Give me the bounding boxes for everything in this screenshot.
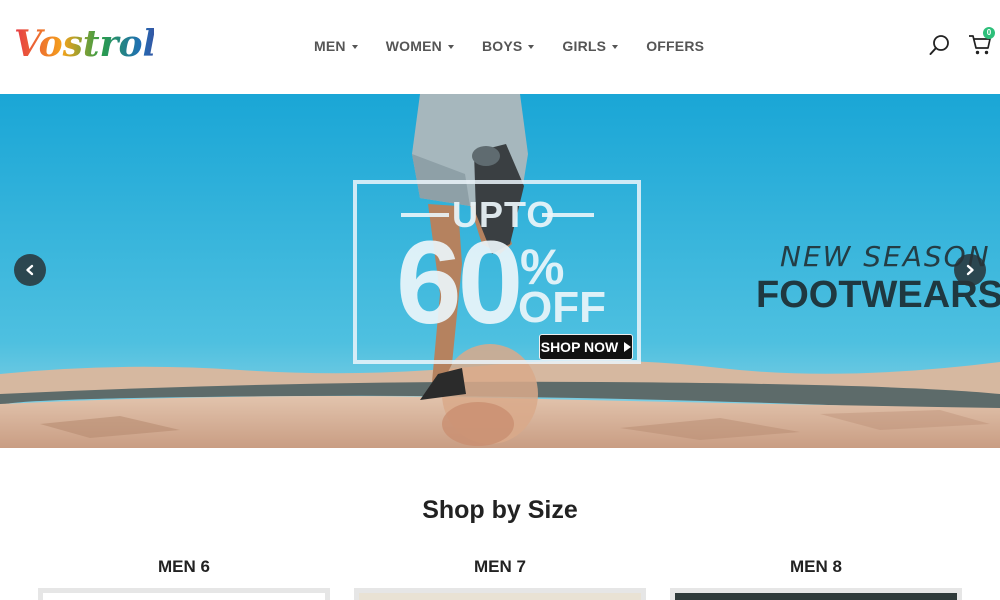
nav-item-women[interactable]: WOMEN — [386, 38, 454, 54]
carousel-prev-button[interactable] — [14, 254, 46, 286]
chevron-left-icon — [26, 264, 34, 276]
size-card-men-7[interactable]: MEN 7 — [354, 554, 646, 600]
shop-now-label: SHOP NOW — [540, 339, 619, 355]
nav-item-label: GIRLS — [562, 38, 607, 54]
size-card-label: MEN 6 — [158, 557, 210, 576]
play-arrow-icon — [624, 342, 632, 352]
carousel-next-button[interactable] — [954, 254, 986, 286]
shop-now-button[interactable]: SHOP NOW — [539, 334, 633, 360]
nav-item-label: WOMEN — [385, 38, 442, 54]
size-card-men-8[interactable]: MEN 8 — [670, 554, 962, 600]
size-card-men-6[interactable]: MEN 6 — [38, 554, 330, 600]
size-card-image[interactable] — [354, 588, 646, 600]
nav-item-offers[interactable]: OFFERS — [646, 38, 704, 54]
caret-down-icon — [528, 45, 535, 49]
nav-item-men[interactable]: MEN — [314, 38, 358, 54]
caret-down-icon — [612, 45, 619, 49]
main-nav: MEN WOMEN BOYS GIRLS OFFERS — [314, 38, 732, 54]
size-card-image[interactable] — [38, 588, 330, 600]
nav-item-boys[interactable]: BOYS — [481, 38, 535, 54]
nav-item-girls[interactable]: GIRLS — [562, 38, 619, 54]
size-card-image[interactable] — [670, 588, 962, 600]
hero-banner[interactable]: UPTO 60 % OFF SHOP NOW NEW SEASON FOOTWE… — [0, 94, 1000, 448]
size-card-label: MEN 7 — [474, 557, 526, 576]
caret-down-icon — [447, 45, 454, 49]
chevron-right-icon — [966, 264, 974, 276]
brand-logo[interactable]: Vostrolife — [12, 14, 154, 76]
size-card-label: MEN 8 — [790, 557, 842, 576]
cart-count-badge: 0 — [983, 27, 995, 39]
section-title: Shop by Size — [422, 496, 578, 524]
promo-discount-value: 60 — [396, 217, 523, 349]
nav-item-label: OFFERS — [646, 38, 705, 54]
nav-item-label: BOYS — [481, 38, 523, 54]
search-icon[interactable] — [929, 34, 951, 56]
caret-down-icon — [351, 45, 358, 49]
nav-item-label: MEN — [314, 38, 346, 54]
promo-off-text: OFF — [518, 283, 606, 332]
svg-text:Vostrolife: Vostrolife — [14, 23, 154, 65]
site-header: Vostrolife MEN WOMEN BOYS GIRLS OFFERS 0 — [0, 0, 1000, 94]
